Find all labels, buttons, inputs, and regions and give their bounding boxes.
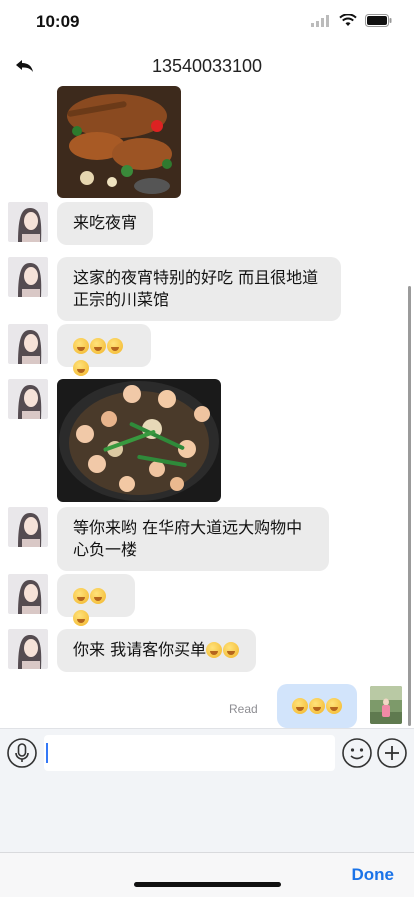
message-bubble[interactable]: 来吃夜宵 bbox=[57, 202, 154, 245]
message-input-bar bbox=[0, 728, 414, 853]
contact-avatar[interactable] bbox=[8, 574, 48, 614]
status-icons bbox=[311, 14, 392, 27]
keyboard-accessory-bar: Done bbox=[0, 852, 414, 897]
read-receipt: Read bbox=[229, 702, 258, 716]
contact-avatar[interactable] bbox=[8, 324, 48, 364]
conversation-title: 13540033100 bbox=[151, 56, 263, 76]
status-time: 10:09 bbox=[36, 12, 80, 31]
shrimp-photo[interactable] bbox=[57, 379, 221, 502]
smiley-icon bbox=[342, 738, 372, 768]
yum-emoji-icon bbox=[206, 642, 223, 658]
smile-emoji-icon bbox=[73, 360, 89, 376]
my-avatar[interactable] bbox=[370, 686, 402, 724]
emoji-message-bubble[interactable] bbox=[57, 324, 151, 376]
smile-emoji-icon bbox=[90, 338, 106, 354]
yum-emoji-icon bbox=[223, 642, 240, 658]
message-bubble[interactable]: 等你来哟 在华府大道远大购物中心负一楼 bbox=[57, 507, 329, 571]
contact-avatar[interactable] bbox=[8, 202, 48, 242]
add-attachment-button[interactable] bbox=[376, 737, 408, 769]
grin-emoji-icon bbox=[73, 610, 89, 626]
wink-emoji-icon bbox=[291, 698, 308, 714]
message-text: 你来 我请客你买单 bbox=[73, 640, 207, 659]
text-cursor bbox=[46, 743, 48, 763]
smile-emoji-icon bbox=[107, 338, 123, 354]
wink-emoji-icon bbox=[325, 698, 342, 714]
nav-bar: 13540033100 bbox=[0, 44, 414, 90]
message-bubble[interactable]: 你来 我请客你买单 bbox=[57, 629, 257, 672]
smile-emoji-icon bbox=[90, 588, 106, 604]
emoji-button[interactable] bbox=[341, 737, 373, 769]
wifi-icon bbox=[339, 14, 357, 26]
plus-icon bbox=[377, 738, 407, 768]
emoji-message-bubble[interactable] bbox=[57, 574, 135, 626]
voice-button[interactable] bbox=[6, 737, 38, 769]
scrollbar[interactable] bbox=[408, 286, 411, 726]
contact-avatar[interactable] bbox=[8, 629, 48, 669]
smile-emoji-icon bbox=[73, 338, 89, 354]
message-bubble[interactable]: 这家的夜宵特别的好吃 而且很地道正宗的川菜馆 bbox=[57, 257, 341, 321]
smile-emoji-icon bbox=[73, 588, 89, 604]
contact-avatar[interactable] bbox=[8, 507, 48, 547]
message-input[interactable] bbox=[44, 735, 335, 771]
wink-emoji-icon bbox=[308, 698, 325, 714]
signal-icon bbox=[311, 14, 329, 27]
contact-avatar[interactable] bbox=[8, 379, 48, 419]
done-button[interactable]: Done bbox=[352, 865, 395, 885]
microphone-icon bbox=[7, 738, 37, 768]
outgoing-message-bubble[interactable] bbox=[277, 684, 357, 728]
chat-messages[interactable]: 来吃夜宵 这家的夜宵特别的好吃 而且很地道正宗的川菜馆 等你来哟 在华府大道远大… bbox=[0, 86, 414, 728]
home-indicator bbox=[134, 882, 281, 887]
status-bar: 10:09 bbox=[0, 0, 414, 44]
contact-avatar[interactable] bbox=[8, 257, 48, 297]
battery-icon bbox=[365, 14, 392, 27]
food-photo[interactable] bbox=[57, 86, 181, 198]
